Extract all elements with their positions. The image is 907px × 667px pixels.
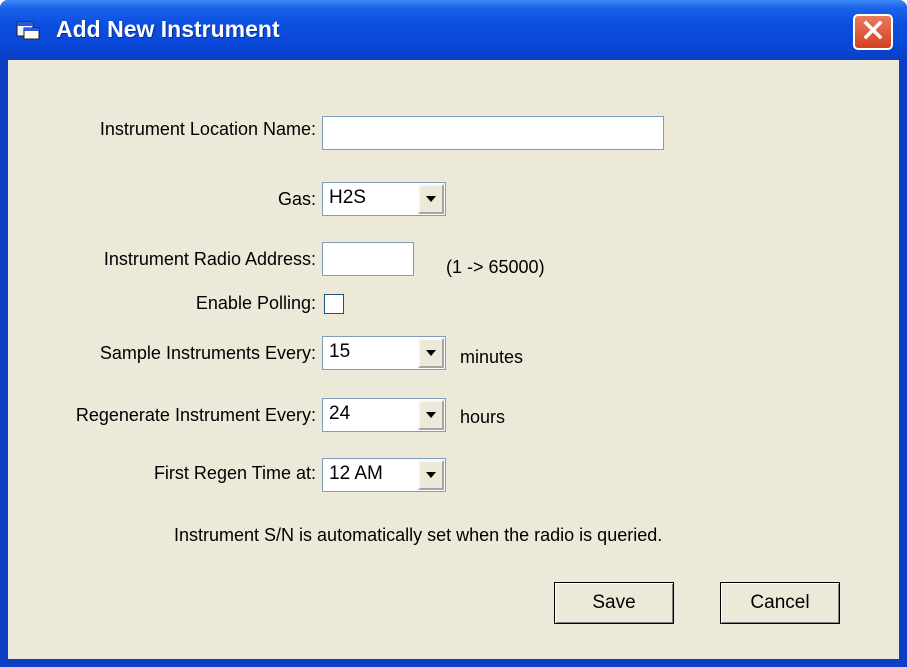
chevron-down-icon[interactable] bbox=[418, 338, 444, 368]
serial-number-note: Instrument S/N is automatically set when… bbox=[174, 525, 663, 545]
close-icon bbox=[862, 19, 884, 46]
first-regen-label: First Regen Time at: bbox=[153, 463, 316, 483]
gas-select[interactable]: H2S bbox=[322, 182, 446, 216]
dialog-body: Instrument Location Name: Gas: H2S Instr… bbox=[8, 60, 899, 659]
first-regen-time-value: 12 AM bbox=[329, 463, 383, 484]
regen-interval-select[interactable]: 24 bbox=[322, 398, 446, 432]
title-bar[interactable]: Add New Instrument bbox=[0, 0, 907, 60]
window-title: Add New Instrument bbox=[56, 16, 280, 42]
close-button[interactable] bbox=[853, 14, 893, 50]
regen-label: Regenerate Instrument Every: bbox=[75, 405, 316, 425]
chevron-down-icon[interactable] bbox=[418, 460, 444, 490]
app-icon bbox=[16, 20, 40, 40]
sample-unit: minutes bbox=[460, 347, 524, 367]
dialog-window: Add New Instrument Instrument Location N… bbox=[0, 0, 907, 667]
regen-interval-value: 24 bbox=[329, 403, 351, 424]
location-name-input[interactable] bbox=[322, 116, 664, 150]
chevron-down-icon[interactable] bbox=[418, 400, 444, 430]
polling-label: Enable Polling: bbox=[195, 293, 316, 313]
radio-address-input[interactable] bbox=[322, 242, 414, 276]
gas-select-value: H2S bbox=[329, 187, 366, 208]
regen-unit: hours bbox=[460, 407, 506, 427]
radio-address-hint: (1 -> 65000) bbox=[446, 257, 545, 277]
sample-interval-value: 15 bbox=[329, 341, 351, 362]
sample-interval-select[interactable]: 15 bbox=[322, 336, 446, 370]
radio-address-label: Instrument Radio Address: bbox=[103, 249, 316, 269]
cancel-button[interactable]: Cancel bbox=[720, 582, 840, 624]
chevron-down-icon[interactable] bbox=[418, 184, 444, 214]
location-label: Instrument Location Name: bbox=[99, 119, 316, 139]
first-regen-time-select[interactable]: 12 AM bbox=[322, 458, 446, 492]
sample-label: Sample Instruments Every: bbox=[99, 343, 316, 363]
save-button[interactable]: Save bbox=[554, 582, 674, 624]
gas-label: Gas: bbox=[277, 189, 316, 209]
enable-polling-checkbox[interactable] bbox=[324, 294, 344, 314]
